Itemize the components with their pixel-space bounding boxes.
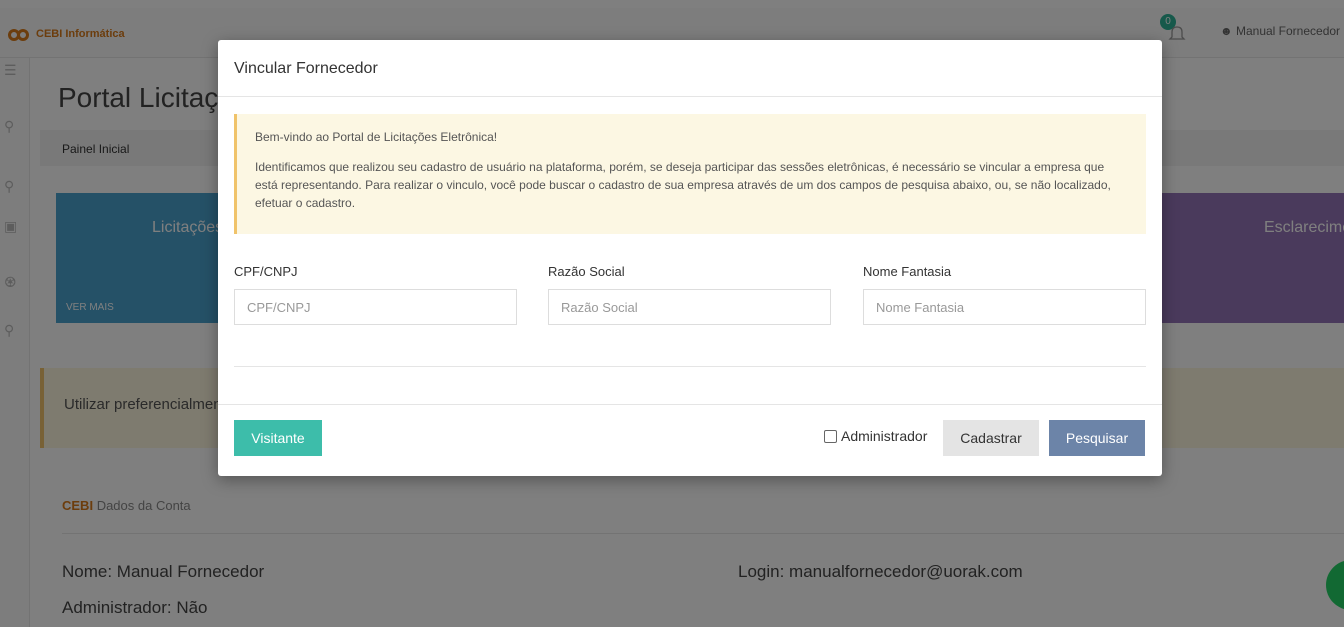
fantasia-field-group: Nome Fantasia (863, 264, 1146, 325)
administrador-checkbox-group[interactable]: Administrador (824, 428, 927, 444)
cpf-label: CPF/CNPJ (234, 264, 298, 279)
visitante-button[interactable]: Visitante (234, 420, 322, 456)
nome-fantasia-input[interactable] (863, 289, 1146, 325)
alert-body: Identificamos que realizou seu cadastro … (255, 160, 1111, 210)
vincular-fornecedor-modal: Vincular Fornecedor Bem-vindo ao Portal … (218, 40, 1162, 476)
cpf-field-group: CPF/CNPJ (234, 264, 517, 325)
fantasia-label: Nome Fantasia (863, 264, 952, 279)
divider (218, 404, 1162, 405)
razao-field-group: Razão Social (548, 264, 831, 325)
cadastrar-button[interactable]: Cadastrar (943, 420, 1039, 456)
alert-title: Bem-vindo ao Portal de Licitações Eletrô… (255, 130, 498, 144)
administrador-checkbox[interactable] (824, 429, 837, 443)
pesquisar-button[interactable]: Pesquisar (1049, 420, 1145, 456)
divider (234, 366, 1146, 367)
razao-social-input[interactable] (548, 289, 831, 325)
welcome-alert: Bem-vindo ao Portal de Licitações Eletrô… (234, 114, 1146, 234)
modal-title: Vincular Fornecedor (234, 60, 378, 77)
razao-label: Razão Social (548, 264, 625, 279)
cpf-cnpj-input[interactable] (234, 289, 517, 325)
divider (218, 96, 1162, 97)
administrador-label[interactable]: Administrador (841, 428, 927, 444)
